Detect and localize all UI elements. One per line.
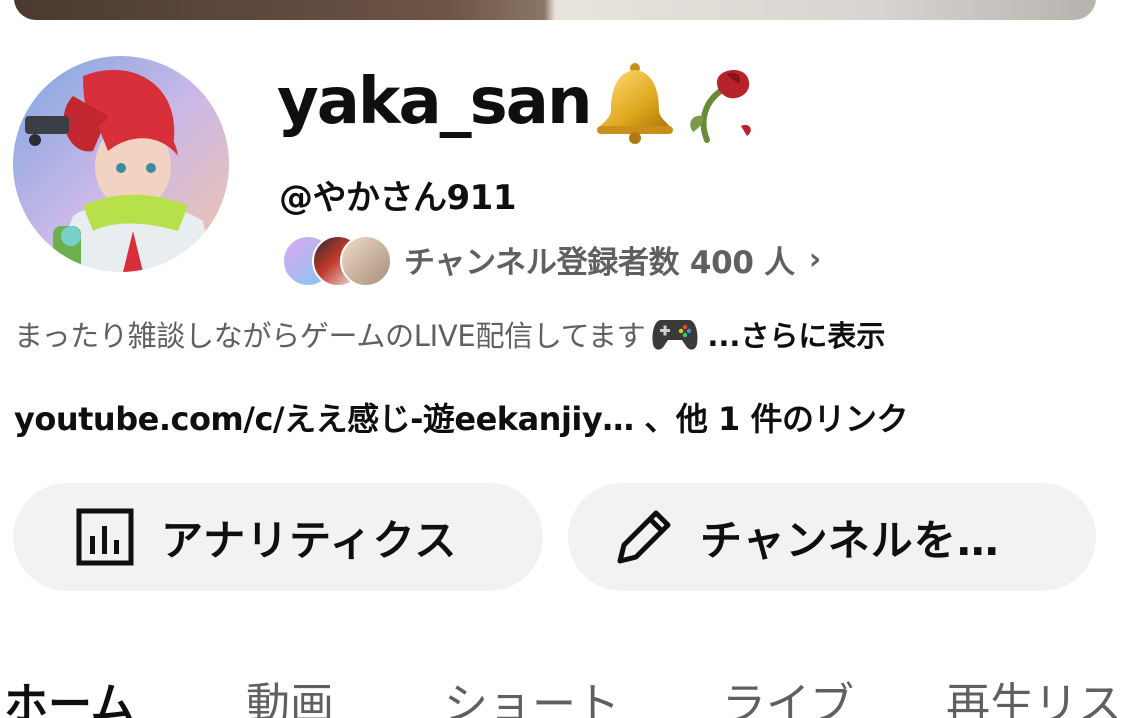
edit-channel-button[interactable]: チャンネルを… bbox=[568, 483, 1096, 591]
channel-name-text: yaka_san bbox=[277, 65, 592, 139]
subscriber-avatars bbox=[282, 234, 392, 287]
description-text: まったり雑談しながらゲームのLIVE配信してます bbox=[14, 319, 646, 353]
pencil-icon bbox=[612, 505, 676, 569]
subscribers-row[interactable]: チャンネル登録者数 400 人 › bbox=[282, 234, 821, 287]
analytics-button-label: アナリティクス bbox=[161, 515, 458, 565]
subscriber-avatar bbox=[340, 235, 392, 287]
channel-handle: @やかさん911 bbox=[279, 178, 516, 218]
tab-playlists[interactable]: 再生リス bbox=[946, 668, 1122, 718]
chevron-right-icon[interactable]: › bbox=[809, 242, 821, 277]
channel-description[interactable]: まったり雑談しながらゲームのLIVE配信してます ...さらに表示 bbox=[14, 306, 885, 362]
channel-page: yaka_san @やかさん911 チャンネル登録者数 400 人 › まったり… bbox=[0, 0, 1144, 718]
tab-home[interactable]: ホーム bbox=[4, 668, 135, 718]
edit-channel-button-label: チャンネルを… bbox=[700, 515, 1000, 565]
channel-banner[interactable] bbox=[14, 0, 1096, 20]
channel-avatar[interactable] bbox=[13, 56, 229, 272]
tab-videos[interactable]: 動画 bbox=[246, 668, 334, 718]
tab-live[interactable]: ライブ bbox=[722, 668, 854, 718]
channel-tabs: ホーム 動画 ショート ライブ 再生リス bbox=[0, 668, 1144, 718]
bell-emoji-icon bbox=[593, 60, 675, 144]
show-more-link[interactable]: ...さらに表示 bbox=[707, 313, 885, 355]
channel-links[interactable]: youtube.com/c/ええ感じ-遊eekanjiy… 、他 1 件のリンク bbox=[14, 394, 908, 440]
channel-name: yaka_san bbox=[277, 60, 759, 144]
subscriber-count: チャンネル登録者数 400 人 bbox=[404, 244, 795, 281]
tab-shorts[interactable]: ショート bbox=[444, 668, 620, 718]
analytics-chart-icon bbox=[73, 505, 137, 569]
analytics-button[interactable]: アナリティクス bbox=[13, 483, 543, 591]
wilted-rose-emoji-icon bbox=[677, 60, 759, 144]
game-controller-icon bbox=[651, 314, 699, 354]
avatar-illustration bbox=[13, 56, 229, 272]
